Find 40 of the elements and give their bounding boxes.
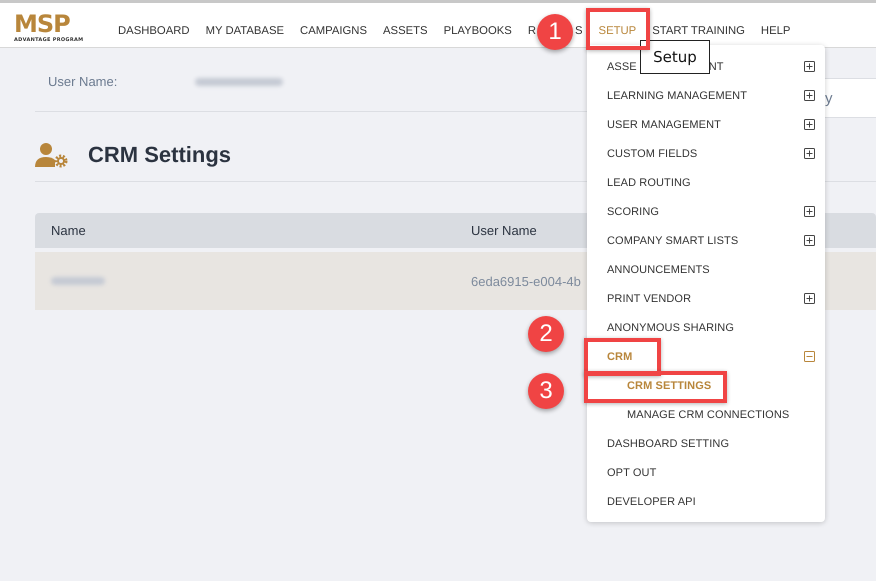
table-cell-text: 6eda6915-e004-4b (470, 274, 582, 288)
column-header: User Name (470, 223, 538, 238)
expand-icon[interactable] (804, 90, 815, 101)
step-badge: 2 (528, 316, 564, 352)
redacted-text (51, 277, 105, 285)
highlight-frame (586, 8, 650, 50)
menu-item[interactable]: CUSTOM FIELDS (607, 148, 698, 160)
nav-link[interactable]: HELP (760, 25, 790, 37)
step-badge: 3 (528, 373, 564, 409)
menu-item[interactable]: LEARNING MANAGEMENT (607, 90, 748, 102)
menu-item[interactable]: ANNOUNCEMENTS (607, 264, 710, 276)
menu-item[interactable]: PRINT VENDOR (607, 292, 692, 304)
menu-item[interactable]: USER MANAGEMENT (607, 118, 721, 130)
column-header: Name (50, 223, 87, 238)
expand-icon[interactable] (804, 206, 815, 217)
expand-icon[interactable] (804, 148, 815, 159)
menu-item[interactable]: ANONYMOUS SHARING (607, 322, 734, 334)
nav-link[interactable]: START TRAINING (652, 25, 745, 37)
nav-link[interactable]: R (528, 25, 536, 37)
nav-link[interactable]: CAMPAIGNS (300, 25, 368, 37)
nav-link[interactable]: MY DATABASE (206, 25, 284, 37)
menu-item[interactable]: MANAGE CRM CONNECTIONS (627, 408, 790, 420)
menu-item[interactable]: DEVELOPER API (607, 496, 696, 508)
menu-item[interactable]: SCORING (607, 206, 660, 218)
page-title: CRM Settings (88, 142, 231, 168)
expand-icon[interactable] (804, 235, 815, 246)
collapse-icon[interactable] (804, 351, 815, 362)
nav-link[interactable]: ASSETS (383, 25, 428, 37)
user-name-label: User Name: (48, 74, 118, 89)
user-gear-icon (35, 142, 68, 168)
menu-item[interactable]: LEAD ROUTING (607, 176, 691, 188)
nav-link[interactable]: PLAYBOOKS (444, 25, 512, 37)
nav-link[interactable]: DASHBOARD (118, 25, 190, 37)
menu-item[interactable]: OPT OUT (607, 466, 656, 478)
expand-icon[interactable] (804, 61, 815, 72)
nav-link[interactable]: S (575, 25, 583, 37)
expand-icon[interactable] (804, 119, 815, 130)
expand-icon[interactable] (804, 293, 815, 304)
menu-item[interactable]: COMPANY SMART LISTS (607, 234, 738, 246)
menu-item[interactable]: DASHBOARD SETTING (607, 438, 730, 450)
